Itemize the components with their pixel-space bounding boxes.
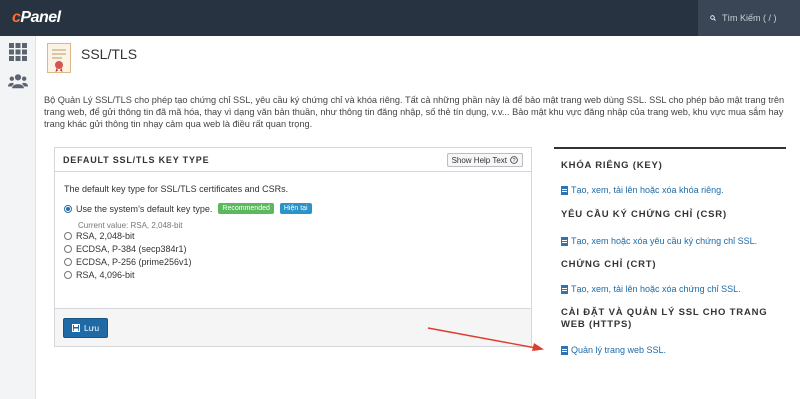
current-value: Current value: RSA, 2,048-bit bbox=[78, 221, 183, 230]
link-manage-ssl-sites[interactable]: Quản lý trang web SSL. bbox=[561, 345, 666, 355]
key-type-panel: DEFAULT SSL/TLS KEY TYPE Show Help Text … bbox=[54, 147, 532, 347]
radio-rsa-4096[interactable] bbox=[64, 271, 72, 279]
svg-text:?: ? bbox=[512, 158, 515, 164]
panel-intro: The default key type for SSL/TLS certifi… bbox=[64, 184, 289, 194]
search-input[interactable] bbox=[722, 13, 800, 23]
grid-icon[interactable] bbox=[8, 42, 28, 62]
page-description: Bộ Quản Lý SSL/TLS cho phép tạo chứng ch… bbox=[44, 95, 785, 129]
link-certificates[interactable]: Tạo, xem, tải lên hoặc xóa chứng chỉ SSL… bbox=[561, 284, 741, 294]
document-icon bbox=[561, 185, 568, 195]
search-box[interactable] bbox=[698, 0, 800, 36]
document-icon bbox=[561, 345, 568, 355]
save-button[interactable]: Lưu bbox=[63, 318, 109, 338]
option-ecdsa-p256[interactable]: ECDSA, P-256 (prime256v1) bbox=[64, 257, 192, 267]
option-ecdsa-p384[interactable]: ECDSA, P-384 (secp384r1) bbox=[64, 244, 187, 254]
radio-ecdsa-p256[interactable] bbox=[64, 258, 72, 266]
section-title-private-key: KHÓA RIÊNG (KEY) bbox=[561, 160, 663, 171]
link-csr[interactable]: Tạo, xem hoặc xóa yêu cầu ký chứng chỉ S… bbox=[561, 236, 757, 246]
right-column-divider bbox=[554, 147, 786, 149]
option-rsa-4096[interactable]: RSA, 4,096-bit bbox=[64, 270, 135, 280]
option-system-default[interactable]: Use the system’s default key type. Recom… bbox=[64, 203, 312, 214]
document-icon bbox=[561, 236, 568, 246]
help-icon: ? bbox=[510, 156, 518, 164]
document-icon bbox=[561, 284, 568, 294]
link-private-keys[interactable]: Tạo, xem, tải lên hoặc xóa khóa riêng. bbox=[561, 185, 724, 195]
section-title-csr: YÊU CẦU KÝ CHỨNG CHỈ (CSR) bbox=[561, 209, 727, 220]
users-icon[interactable] bbox=[8, 71, 28, 91]
left-rail bbox=[0, 36, 36, 399]
section-title-crt: CHỨNG CHỈ (CRT) bbox=[561, 259, 657, 270]
section-title-install-ssl: CÀI ĐẶT VÀ QUẢN LÝ SSL CHO TRANG WEB (HT… bbox=[561, 307, 768, 330]
save-icon bbox=[72, 324, 80, 332]
recommended-badge: Recommended bbox=[218, 203, 274, 214]
certificate-icon bbox=[47, 43, 71, 73]
radio-ecdsa-p384[interactable] bbox=[64, 245, 72, 253]
option-rsa-2048[interactable]: RSA, 2,048-bit bbox=[64, 231, 135, 241]
annotation-arrow bbox=[427, 327, 544, 351]
panel-header: DEFAULT SSL/TLS KEY TYPE Show Help Text … bbox=[55, 148, 531, 172]
search-icon bbox=[710, 15, 716, 21]
current-badge: Hiện tại bbox=[279, 203, 312, 214]
radio-system-default[interactable] bbox=[64, 204, 72, 213]
radio-rsa-2048[interactable] bbox=[64, 232, 72, 240]
show-help-button[interactable]: Show Help Text ? bbox=[446, 153, 523, 167]
page-title: SSL/TLS bbox=[81, 46, 138, 62]
panel-title: DEFAULT SSL/TLS KEY TYPE bbox=[63, 155, 210, 165]
top-bar: cPanel bbox=[0, 0, 800, 36]
cpanel-logo[interactable]: cPanel bbox=[12, 9, 61, 27]
